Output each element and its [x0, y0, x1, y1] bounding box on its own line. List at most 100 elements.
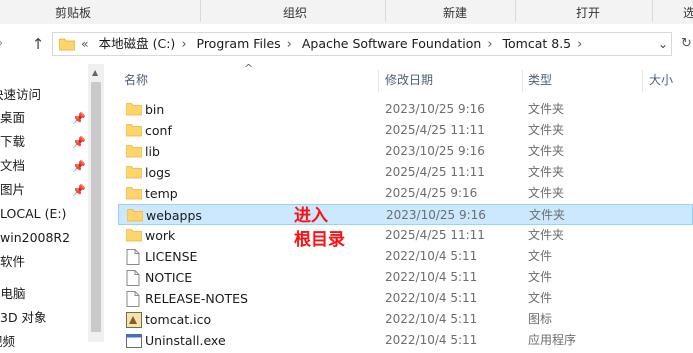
file-row[interactable]: webapps 2023/10/25 9:16 文件夹: [118, 204, 693, 225]
column-header-size[interactable]: 大小: [649, 64, 673, 96]
file-name[interactable]: bin: [145, 99, 164, 120]
scroll-up-icon[interactable]: ▲: [92, 68, 98, 77]
column-header-row: ^ 名称 修改日期 类型 大小: [104, 62, 693, 96]
image-icon: [126, 312, 142, 331]
folder-icon: [125, 186, 143, 203]
nav-item-label: 3D 对象: [0, 310, 47, 325]
file-name[interactable]: work: [145, 225, 175, 246]
file-row[interactable]: work 2025/4/25 11:11 文件夹: [118, 225, 693, 246]
ribbon-group-open[interactable]: 打开: [576, 4, 600, 21]
file-type: 图标: [528, 312, 553, 326]
file-name[interactable]: logs: [145, 162, 171, 183]
file-row[interactable]: RELEASE-NOTES 2022/10/4 5:11 文件 8: [118, 288, 693, 309]
column-header-date[interactable]: 修改日期: [385, 64, 433, 96]
ribbon-group-clipboard[interactable]: 剪贴板: [55, 4, 91, 21]
scrollbar-thumb[interactable]: [91, 82, 101, 332]
folder-icon: [59, 38, 75, 51]
nav-item-3d-objects[interactable]: 3D 对象: [0, 307, 47, 329]
folder-icon: [126, 208, 144, 225]
file-icon: [126, 249, 140, 268]
file-date: 2023/10/25 9:16: [385, 144, 485, 158]
file-date: 2022/10/4 5:11: [385, 249, 478, 263]
breadcrumb-item[interactable]: Tomcat 8.5: [503, 33, 572, 55]
breadcrumb-item[interactable]: Program Files: [197, 33, 281, 55]
navigation-pane: 快速访问 桌面 📌 下载 📌 文档 📌 图片 📌 LOCAL (E:) win2…: [0, 64, 88, 349]
chevron-right-icon[interactable]: ›: [487, 34, 492, 56]
column-divider[interactable]: [522, 70, 523, 92]
column-divider[interactable]: [642, 70, 643, 92]
nav-item-quick-access[interactable]: 快速访问: [0, 84, 41, 106]
address-dropdown-icon[interactable]: ⌄: [653, 33, 673, 55]
column-divider[interactable]: [378, 70, 379, 92]
file-name[interactable]: temp: [145, 183, 178, 204]
address-bar[interactable]: « 本地磁盘 (C:) › Program Files › Apache Softw…: [52, 32, 672, 56]
folder-icon: [125, 102, 143, 119]
breadcrumb: « 本地磁盘 (C:) › Program Files › Apache Softw…: [81, 33, 588, 55]
nav-item-pictures[interactable]: 图片: [0, 179, 25, 201]
column-header-type[interactable]: 类型: [528, 64, 552, 96]
file-row[interactable]: lib 2023/10/25 9:16 文件夹: [118, 141, 693, 162]
file-row[interactable]: tomcat.ico 2022/10/4 5:11 图标 22: [118, 309, 693, 330]
nav-item-desktop[interactable]: 桌面: [0, 107, 25, 129]
breadcrumb-item[interactable]: 本地磁盘 (C:): [99, 33, 176, 55]
file-name[interactable]: RELEASE-NOTES: [145, 288, 248, 309]
folder-icon: [125, 165, 143, 182]
pin-icon[interactable]: 📌: [72, 112, 86, 125]
nav-item-this-pc[interactable]: 此电脑: [0, 283, 26, 305]
file-type: 应用程序: [528, 333, 577, 347]
pin-icon[interactable]: 📌: [72, 160, 86, 173]
file-date: 2023/10/25 9:16: [385, 102, 485, 116]
chevron-right-icon[interactable]: ›: [577, 34, 582, 56]
file-date: 2022/10/4 5:11: [385, 270, 478, 284]
file-name[interactable]: tomcat.ico: [145, 309, 211, 330]
chevron-right-icon[interactable]: ›: [287, 34, 292, 56]
breadcrumb-overflow-icon[interactable]: «: [81, 33, 89, 55]
file-row[interactable]: NOTICE 2022/10/4 5:11 文件 2: [118, 267, 693, 288]
nav-scrollbar[interactable]: ▲: [88, 64, 104, 342]
ribbon-separator: [515, 0, 516, 22]
file-row[interactable]: conf 2025/4/25 11:11 文件夹: [118, 120, 693, 141]
forward-icon[interactable]: ›: [0, 35, 8, 53]
pin-icon[interactable]: 📌: [72, 136, 86, 149]
file-icon: [126, 291, 140, 310]
file-type: 文件夹: [528, 144, 565, 158]
nav-item-label: 图片: [0, 182, 26, 197]
file-row[interactable]: bin 2023/10/25 9:16 文件夹: [118, 99, 693, 120]
file-row[interactable]: LICENSE 2022/10/4 5:11 文件 57: [118, 246, 693, 267]
chevron-right-icon[interactable]: ›: [181, 34, 186, 56]
column-header-name[interactable]: 名称: [124, 64, 148, 96]
ribbon-group-select[interactable]: 选: [683, 4, 693, 21]
file-row[interactable]: temp 2025/4/25 9:16 文件夹: [118, 183, 693, 204]
file-name[interactable]: conf: [145, 120, 172, 141]
file-icon: [126, 270, 140, 289]
file-type: 文件夹: [528, 186, 565, 200]
nav-item-win2008r2[interactable]: win2008R2: [0, 227, 70, 249]
refresh-icon[interactable]: ↻: [681, 35, 693, 53]
file-name[interactable]: LICENSE: [145, 246, 197, 267]
up-arrow-icon[interactable]: ↑: [30, 35, 46, 53]
file-name[interactable]: lib: [145, 141, 160, 162]
file-name[interactable]: Uninstall.exe: [145, 330, 226, 351]
nav-item-videos[interactable]: 视频: [0, 331, 15, 353]
breadcrumb-item[interactable]: Apache Software Foundation: [302, 33, 481, 55]
file-date: 2025/4/25 11:11: [385, 123, 485, 137]
ribbon-group-organize[interactable]: 组织: [283, 4, 307, 21]
nav-item-downloads[interactable]: 下载: [0, 131, 25, 153]
pin-icon[interactable]: 📌: [72, 184, 86, 197]
file-size: 8: [673, 288, 693, 309]
file-name[interactable]: NOTICE: [145, 267, 192, 288]
nav-item-local-e[interactable]: LOCAL (E:): [0, 203, 66, 225]
file-name[interactable]: webapps: [146, 205, 202, 226]
nav-item-documents[interactable]: 文档: [0, 155, 25, 177]
folder-icon: [125, 144, 143, 161]
file-row[interactable]: Uninstall.exe 2022/10/4 5:11 应用程序 86: [118, 330, 693, 351]
file-type: 文件: [528, 270, 553, 284]
exe-icon: [126, 333, 142, 352]
nav-item-software[interactable]: 软件: [0, 251, 25, 273]
ribbon-group-new[interactable]: 新建: [443, 4, 467, 21]
file-row[interactable]: logs 2025/4/25 11:11 文件夹: [118, 162, 693, 183]
nav-item-label: LOCAL (E:): [0, 206, 67, 221]
file-date: 2023/10/25 9:16: [386, 208, 486, 222]
file-date: 2025/4/25 9:16: [385, 186, 478, 200]
annotation-line: 进入: [294, 206, 328, 226]
